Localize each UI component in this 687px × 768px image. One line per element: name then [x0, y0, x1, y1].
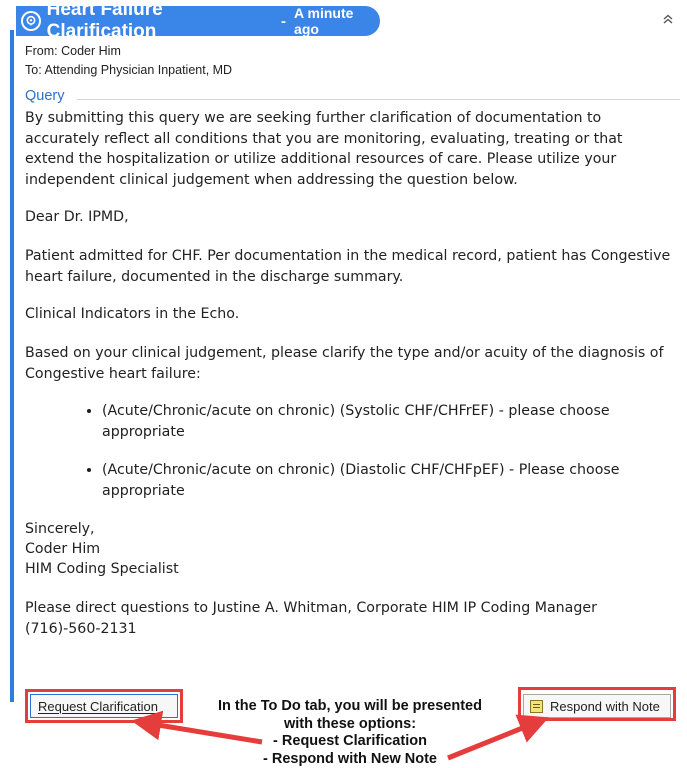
message-timestamp: A minute ago: [294, 5, 380, 37]
to-label: To:: [25, 63, 42, 77]
message-header[interactable]: Heart Failure Clarification - A minute a…: [16, 6, 380, 36]
query-intro: By submitting this query we are seeking …: [25, 108, 673, 190]
callout-line: - Request Clarification: [190, 733, 510, 751]
from-value: Coder Him: [61, 44, 121, 58]
instruction-callout: In the To Do tab, you will be presented …: [190, 698, 510, 768]
request-focus-ring: [30, 694, 178, 718]
contact-info: Please direct questions to Justine A. Wh…: [25, 598, 673, 639]
callout-line: with these options:: [190, 716, 510, 734]
message-title: Heart Failure Clarification: [47, 0, 272, 43]
to-value: Attending Physician Inpatient, MD: [44, 63, 232, 77]
list-item: (Acute/Chronic/acute on chronic) (Systol…: [102, 401, 682, 442]
paragraph-indicators: Clinical Indicators in the Echo.: [25, 304, 673, 325]
paragraph-admission: Patient admitted for CHF. Per documentat…: [25, 246, 673, 287]
header-separator: -: [281, 13, 286, 30]
message-left-rail: [10, 30, 14, 702]
from-label: From:: [25, 44, 58, 58]
signoff: Sincerely,: [25, 519, 673, 540]
signature-title: HIM Coding Specialist: [25, 559, 673, 580]
signature-name: Coder Him: [25, 539, 673, 560]
double-chevron-up-icon[interactable]: [661, 12, 675, 26]
query-section-label: Query: [25, 88, 65, 104]
respond-with-note-label: Respond with Note: [550, 699, 660, 714]
section-divider: [77, 99, 680, 100]
diagnosis-options-list: (Acute/Chronic/acute on chronic) (Systol…: [80, 401, 682, 519]
respond-with-note-button[interactable]: Respond with Note: [523, 694, 671, 718]
list-item: (Acute/Chronic/acute on chronic) (Diasto…: [102, 460, 682, 501]
greeting: Dear Dr. IPMD,: [25, 207, 673, 228]
to-line: To: Attending Physician Inpatient, MD: [25, 63, 232, 77]
paragraph-request: Based on your clinical judgement, please…: [25, 343, 673, 384]
message-bubble-icon: [21, 11, 41, 31]
callout-line: - Respond with New Note: [190, 751, 510, 768]
note-icon: [530, 700, 543, 713]
callout-line: In the To Do tab, you will be presented: [190, 698, 510, 716]
from-line: From: Coder Him: [25, 44, 121, 58]
